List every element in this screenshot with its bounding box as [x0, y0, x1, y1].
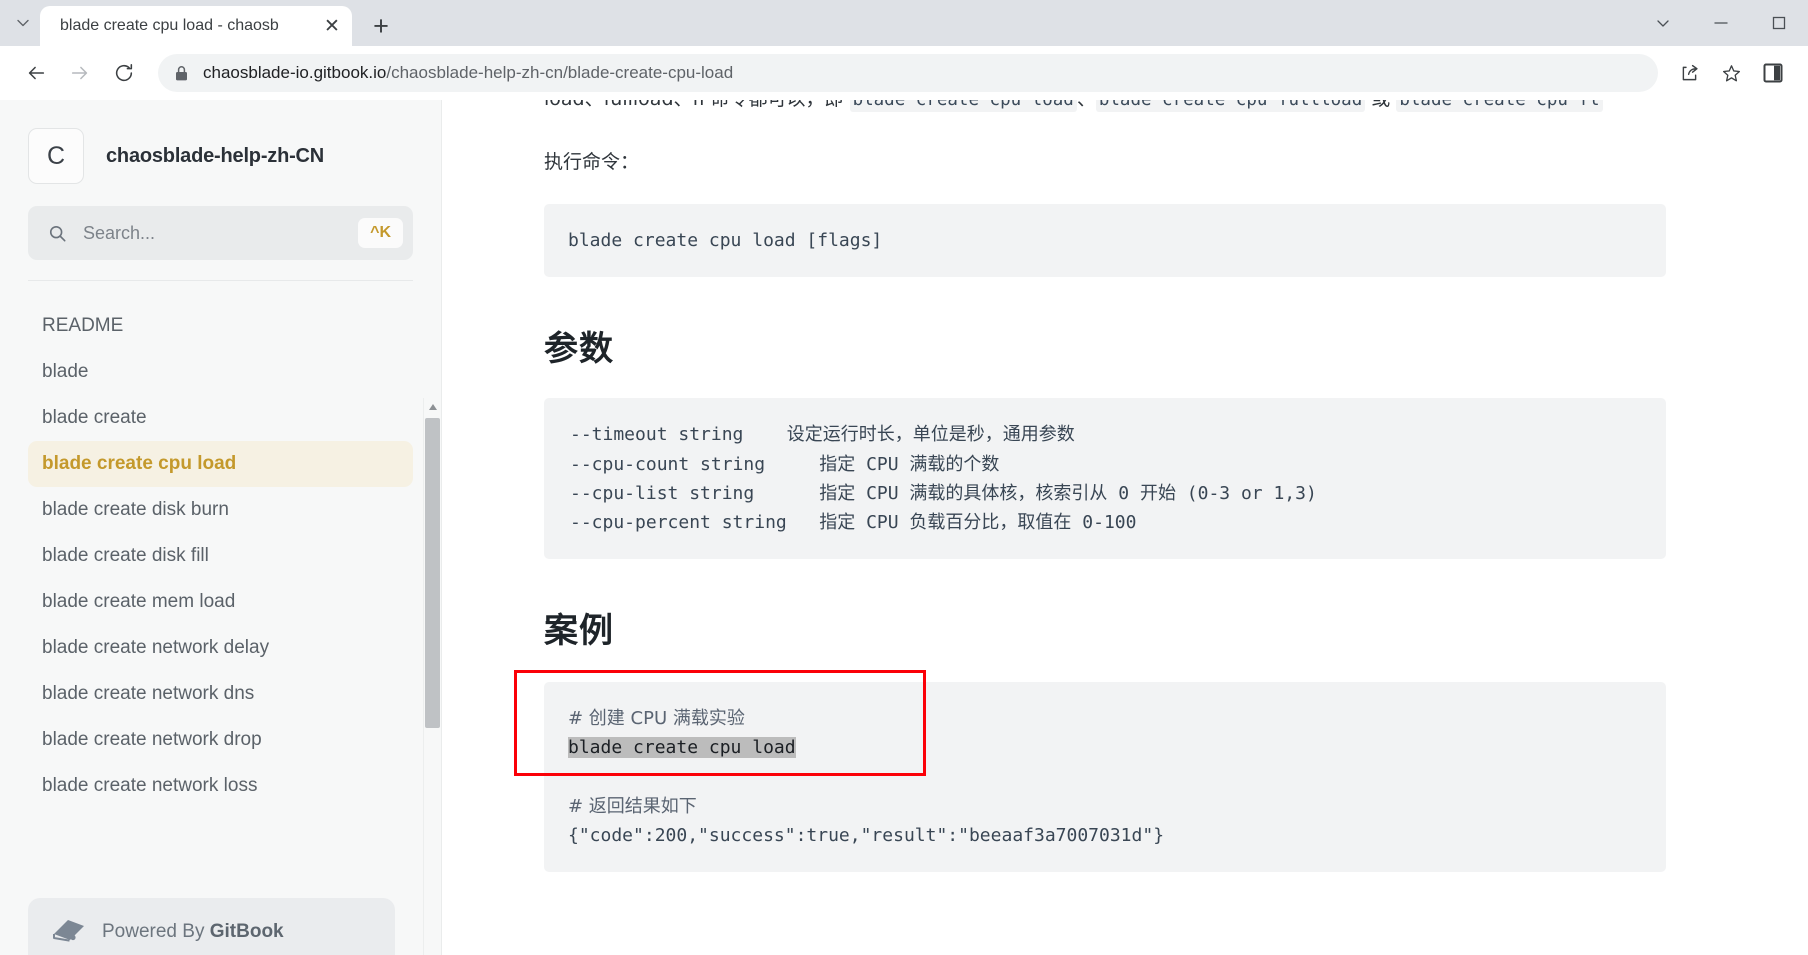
- powered-by-gitbook-badge[interactable]: Powered By GitBook: [28, 898, 395, 955]
- url-path: /chaosblade-help-zh-cn/blade-create-cpu-…: [386, 63, 734, 82]
- doc-content: load、fullload、fl 命令都可以，即 blade create cp…: [442, 100, 1808, 955]
- docs-sidebar: C chaosblade-help-zh-CN ^K RE: [0, 100, 442, 955]
- share-icon[interactable]: [1668, 52, 1710, 94]
- examples-heading: 案例: [544, 611, 614, 652]
- reload-button[interactable]: [102, 51, 146, 95]
- exec-command-codeblock: blade create cpu load [flags]: [544, 204, 1666, 278]
- sidebar-item-blade[interactable]: blade: [28, 349, 413, 395]
- space-logo: C: [28, 128, 84, 184]
- intro-paragraph: load、fullload、fl 命令都可以，即 blade create cp…: [544, 100, 1666, 117]
- scrollbar-thumb[interactable]: [424, 418, 440, 728]
- sidebar-item-blade-create-network-dns[interactable]: blade create network dns: [28, 671, 413, 717]
- tab-title: blade create cpu load - chaosb: [60, 17, 279, 34]
- window-controls: [1634, 0, 1808, 46]
- scrollbar-track[interactable]: [424, 416, 442, 955]
- side-panel-icon[interactable]: [1752, 52, 1794, 94]
- example-comment-2: # 返回结果如下: [568, 795, 697, 817]
- sidebar-item-blade-create[interactable]: blade create: [28, 395, 413, 441]
- doc-content-inner: load、fullload、fl 命令都可以，即 blade create cp…: [442, 100, 1702, 872]
- example-codeblock: # 创建 CPU 满载实验 blade create cpu load # 返回…: [544, 682, 1666, 872]
- intro-text-1: load、fullload、fl 命令都可以，即: [544, 100, 850, 110]
- intro-text-2: 、: [1077, 100, 1096, 110]
- search-input[interactable]: [67, 222, 359, 244]
- tab-strip: blade create cpu load - chaosb ✕ +: [0, 0, 1808, 46]
- sidebar-scrollbar[interactable]: [423, 398, 441, 955]
- inline-code-fl: blade create cpu fl: [1396, 100, 1603, 112]
- example-block-wrapper: # 创建 CPU 满载实验 blade create cpu load # 返回…: [514, 670, 1666, 872]
- search-icon: [48, 224, 67, 243]
- params-codeblock: --timeout string 设定运行时长，单位是秒，通用参数 --cpu-…: [544, 398, 1666, 560]
- sidebar-search-wrapper: ^K: [0, 184, 441, 280]
- forward-button[interactable]: [58, 51, 102, 95]
- sidebar-nav: README blade blade create blade create c…: [0, 281, 441, 955]
- tab-close-icon[interactable]: ✕: [318, 12, 346, 40]
- search-shortcut-badge: ^K: [358, 218, 403, 248]
- window-maximize-button[interactable]: [1750, 0, 1808, 46]
- search-box[interactable]: ^K: [28, 206, 413, 260]
- window-minimize-button[interactable]: [1692, 0, 1750, 46]
- intro-text-3: 或: [1365, 100, 1396, 110]
- browser-window: blade create cpu load - chaosb ✕ + chaos…: [0, 0, 1808, 955]
- star-icon[interactable]: [1710, 52, 1752, 94]
- sidebar-item-blade-create-network-drop[interactable]: blade create network drop: [28, 717, 413, 763]
- address-bar[interactable]: chaosblade-io.gitbook.io/chaosblade-help…: [158, 54, 1658, 92]
- space-title: chaosblade-help-zh-CN: [106, 144, 325, 167]
- params-heading: 参数: [544, 329, 614, 370]
- window-chevron-down-icon[interactable]: [1634, 0, 1692, 46]
- sidebar-item-blade-create-network-delay[interactable]: blade create network delay: [28, 625, 413, 671]
- lock-icon: [174, 65, 189, 82]
- toolbar-actions: [1668, 52, 1794, 94]
- new-tab-button[interactable]: +: [360, 6, 402, 46]
- sidebar-item-blade-create-disk-fill[interactable]: blade create disk fill: [28, 533, 413, 579]
- tab-search-chevron-down-icon[interactable]: [6, 0, 40, 46]
- sidebar-item-blade-create-mem-load[interactable]: blade create mem load: [28, 579, 413, 625]
- page-viewport: C chaosblade-help-zh-CN ^K RE: [0, 100, 1808, 955]
- browser-tab[interactable]: blade create cpu load - chaosb ✕: [40, 6, 352, 46]
- powered-by-label: Powered By GitBook: [102, 920, 284, 942]
- sidebar-item-blade-create-network-loss[interactable]: blade create network loss: [28, 763, 413, 809]
- sidebar-header: C chaosblade-help-zh-CN: [0, 100, 441, 184]
- scroll-up-arrow-icon[interactable]: [424, 398, 442, 416]
- inline-code-load: blade create cpu load: [849, 100, 1077, 112]
- example-comment-1: # 创建 CPU 满载实验: [568, 708, 745, 730]
- exec-command-label: 执行命令：: [544, 151, 640, 174]
- url-host: chaosblade-io.gitbook.io: [203, 63, 387, 82]
- sidebar-footer: Powered By GitBook: [0, 898, 423, 955]
- sidebar-item-blade-create-disk-burn[interactable]: blade create disk burn: [28, 487, 413, 533]
- sidebar-item-blade-create-cpu-load[interactable]: blade create cpu load: [28, 441, 413, 487]
- example-command-selected: blade create cpu load: [568, 737, 796, 759]
- book-icon: [52, 916, 86, 947]
- example-output: {"code":200,"success":true,"result":"bee…: [568, 824, 1165, 846]
- inline-code-fullload: blade create cpu fullload: [1095, 100, 1366, 112]
- url-text: chaosblade-io.gitbook.io/chaosblade-help…: [203, 63, 733, 83]
- sidebar-item-readme[interactable]: README: [28, 303, 413, 349]
- back-button[interactable]: [14, 51, 58, 95]
- browser-toolbar: chaosblade-io.gitbook.io/chaosblade-help…: [0, 46, 1808, 100]
